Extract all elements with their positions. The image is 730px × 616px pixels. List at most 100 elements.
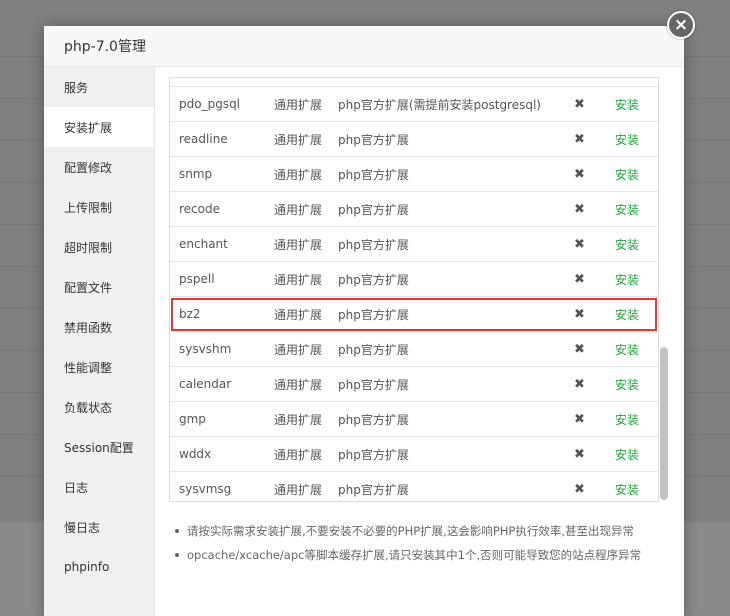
install-link[interactable]: 安装 [615, 341, 639, 358]
extension-description: php官方扩展(需提前安装postgresql) [338, 97, 541, 112]
tip-item: opcache/xcache/apc等脚本缓存扩展,请只安装其中1个,否则可能导… [173, 543, 641, 567]
main-panel: pdo_pgsql 通用扩展 php官方扩展(需提前安装postgresql) ✖ 安装… [155, 67, 684, 616]
sidebar-item[interactable]: 配置修改 [44, 147, 154, 187]
sidebar-item[interactable]: 超时限制 [44, 227, 154, 267]
extension-name: calendar [179, 377, 232, 391]
install-link[interactable]: 安装 [615, 77, 639, 78]
sidebar: 服务安装扩展配置修改上传限制超时限制配置文件禁用函数 性能调整负载状态 Sessio… [44, 67, 155, 616]
install-link[interactable]: 安装 [615, 306, 639, 323]
close-icon[interactable]: × [667, 11, 695, 39]
table-row: pdo_pgsql通用扩展php官方扩展(需提前安装postgresql)✖安装 [170, 87, 658, 122]
install-link[interactable]: 安装 [615, 376, 639, 393]
table-row: recode 通用扩展 php官方扩展 ✖ 安装 [170, 192, 658, 227]
install-link[interactable]: 安装 [615, 96, 639, 113]
sidebar-item[interactable]: 慢日志 [44, 507, 154, 547]
table-row: pdo_pgsql通用扩展php官方扩展(需提前安装postgresql)✖安装 [170, 77, 658, 87]
extension-type: 通用扩展 [274, 167, 323, 182]
table-row: sysvmsg 通用扩展 php官方扩展 ✖ 安装 [170, 472, 658, 501]
sidebar-item-label: 服务 [64, 80, 89, 95]
not-installed-icon: ✖ [574, 446, 585, 462]
extension-name: gmp [179, 412, 206, 426]
scrollbar-thumb[interactable] [660, 347, 668, 500]
table-row: snmp 通用扩展 php官方扩展 ✖ 安装 [170, 157, 658, 192]
extension-name: sysvshm [179, 342, 232, 356]
php-manage-dialog: php-7.0管理 服务安装扩展配置修改上传限制超时限制配置文件禁用函数 性能调整… [44, 26, 684, 616]
sidebar-item-label: 日志 [64, 480, 89, 495]
sidebar-item[interactable]: phpinfo [44, 547, 154, 587]
extension-type: 通用扩展 [274, 447, 323, 462]
extension-description: php官方扩展 [338, 447, 409, 462]
sidebar-item-label: Session配置 [64, 440, 134, 455]
extension-name: enchant [179, 237, 228, 251]
extension-type: 通用扩展 [274, 272, 323, 287]
sidebar-item-label: 配置修改 [64, 160, 113, 175]
dialog-title: php-7.0管理 [64, 39, 146, 55]
sidebar-item-label: 上传限制 [64, 200, 113, 215]
install-link[interactable]: 安装 [615, 481, 639, 498]
extension-name: pdo_pgsql [179, 97, 241, 111]
sidebar-item[interactable]: 日志 [44, 467, 154, 507]
extension-name: readline [179, 132, 228, 146]
sidebar-item[interactable]: 安装扩展 [44, 107, 154, 147]
not-installed-icon: ✖ [574, 96, 585, 112]
extension-type: 通用扩展 [274, 412, 323, 427]
install-link[interactable]: 安装 [615, 166, 639, 183]
extension-description: php官方扩展 [338, 202, 409, 217]
extensions-table: pdo_pgsql 通用扩展 php官方扩展(需提前安装postgresql) ✖ 安装… [169, 77, 659, 502]
tip-item: 请按实际需求安装扩展,不要安装不必要的PHP扩展,这会影响PHP执行效率,甚至出… [173, 519, 641, 543]
table-row: enchant 通用扩展 php官方扩展 ✖ 安装 [170, 227, 658, 262]
table-row: calendar 通用扩展 php官方扩展 ✖ 安装 [170, 367, 658, 402]
not-installed-icon: ✖ [574, 306, 585, 322]
sidebar-item-label: 安装扩展 [64, 120, 113, 135]
table-row: sysvshm 通用扩展 php官方扩展 ✖ 安装 [170, 332, 658, 367]
table-row: bz2 通用扩展 php官方扩展 ✖ 安装 [170, 297, 658, 332]
install-link[interactable]: 安装 [615, 271, 639, 288]
tips: 请按实际需求安装扩展,不要安装不必要的PHP扩展,这会影响PHP执行效率,甚至出… [173, 519, 641, 567]
extension-name: pspell [179, 272, 215, 286]
sidebar-item-label: 超时限制 [64, 240, 113, 255]
extension-type: 通用扩展 [274, 202, 323, 217]
extension-type: 通用扩展 [274, 342, 323, 357]
extension-description: php官方扩展 [338, 342, 409, 357]
table-row: wddx 通用扩展 php官方扩展 ✖ 安装 [170, 437, 658, 472]
extension-name: snmp [179, 167, 213, 181]
extension-description: php官方扩展(需提前安装postgresql) [338, 77, 541, 78]
install-link[interactable]: 安装 [615, 236, 639, 253]
extension-name: wddx [179, 447, 212, 461]
extension-description: php官方扩展 [338, 307, 409, 322]
table-row: pspell 通用扩展 php官方扩展 ✖ 安装 [170, 262, 658, 297]
extension-description: php官方扩展 [338, 412, 409, 427]
extension-description: php官方扩展 [338, 377, 409, 392]
install-link[interactable]: 安装 [615, 201, 639, 218]
not-installed-icon: ✖ [574, 376, 585, 392]
not-installed-icon: ✖ [574, 481, 585, 497]
sidebar-item[interactable]: 上传限制 [44, 187, 154, 227]
sidebar-item[interactable]: 服务 [44, 67, 154, 107]
sidebar-item-label: 慢日志 [64, 520, 101, 535]
extension-name: sysvmsg [179, 482, 232, 496]
sidebar-item-label: 负载状态 [64, 400, 113, 415]
sidebar-item[interactable]: 性能调整 [44, 347, 154, 387]
extension-description: php官方扩展 [338, 167, 409, 182]
sidebar-item-label: 配置文件 [64, 280, 113, 295]
extension-type: 通用扩展 [274, 482, 323, 497]
install-link[interactable]: 安装 [615, 411, 639, 428]
extension-description: php官方扩展 [338, 482, 409, 497]
dialog-header: php-7.0管理 [44, 26, 684, 67]
not-installed-icon: ✖ [574, 341, 585, 357]
sidebar-item[interactable]: Session配置 [44, 427, 154, 467]
table-row: readline 通用扩展 php官方扩展 ✖ 安装 [170, 122, 658, 157]
extension-type: 通用扩展 [274, 307, 323, 322]
install-link[interactable]: 安装 [615, 446, 639, 463]
extension-description: php官方扩展 [338, 132, 409, 147]
extension-type: 通用扩展 [274, 77, 322, 78]
extension-name: bz2 [179, 307, 201, 321]
sidebar-item[interactable]: 负载状态 [44, 387, 154, 427]
install-link[interactable]: 安装 [615, 131, 639, 148]
extension-description: php官方扩展 [338, 272, 409, 287]
not-installed-icon: ✖ [574, 411, 585, 427]
not-installed-icon: ✖ [574, 166, 585, 182]
sidebar-item[interactable]: 禁用函数 [44, 307, 154, 347]
sidebar-item[interactable]: 配置文件 [44, 267, 154, 307]
extensions-list: pdo_pgsql 通用扩展 php官方扩展(需提前安装postgresql) ✖ 安装… [170, 77, 658, 501]
